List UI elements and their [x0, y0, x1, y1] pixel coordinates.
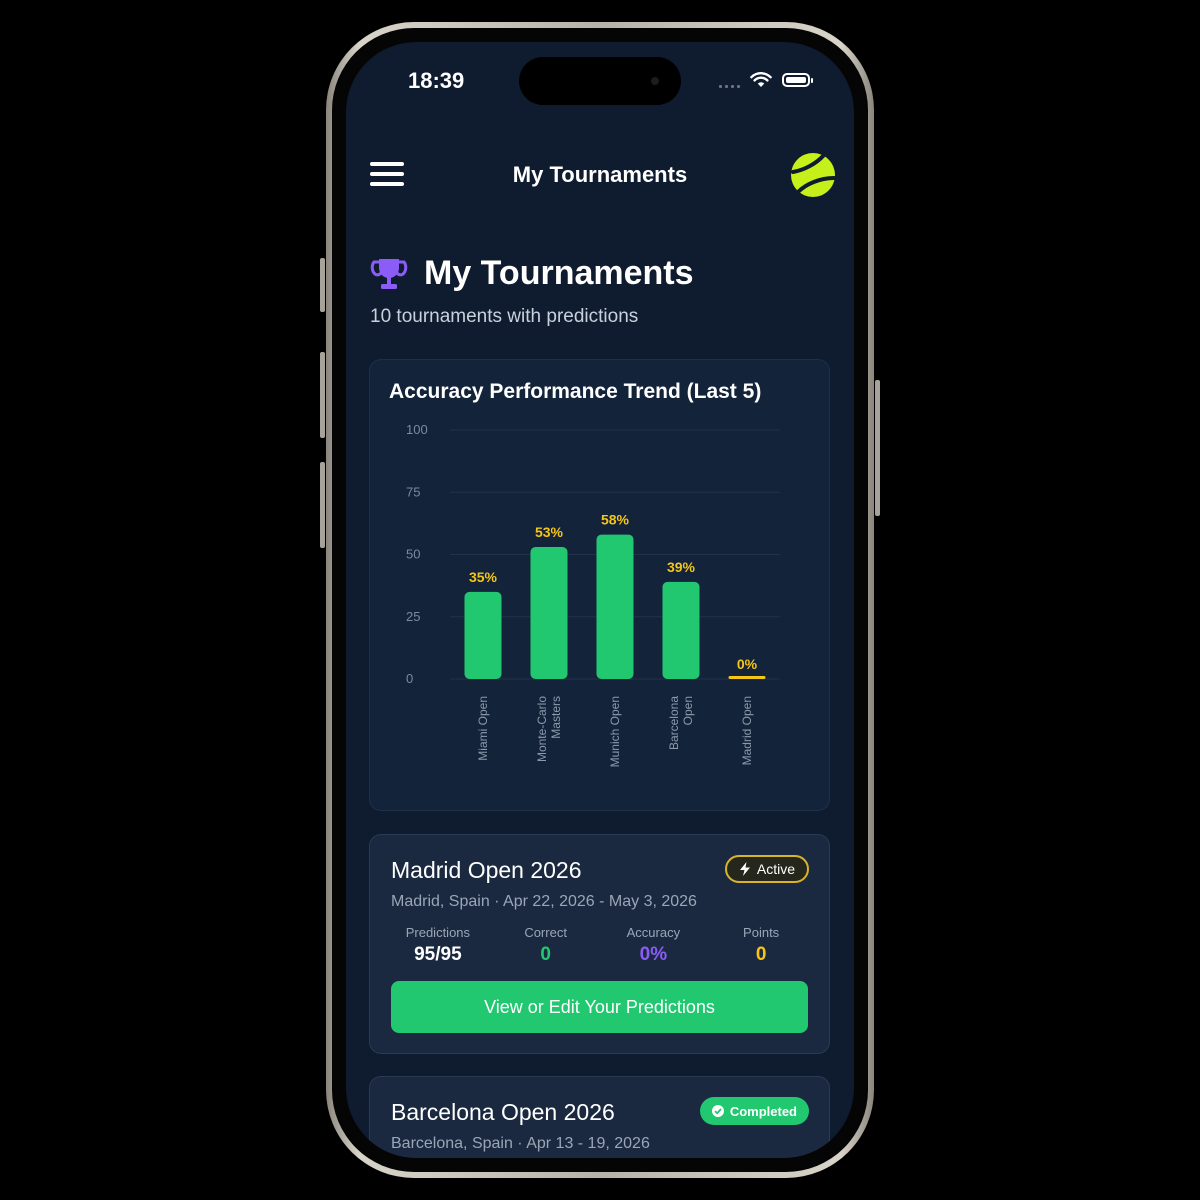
trophy-icon	[370, 258, 408, 289]
stat-points: Points 0	[707, 925, 815, 966]
data-label: 35%	[469, 569, 498, 585]
stat-predictions: Predictions 95/95	[384, 925, 492, 966]
status-badge-completed: Completed	[699, 1097, 809, 1125]
status-icons	[719, 72, 813, 88]
lightning-icon	[739, 862, 750, 876]
tournament-card-madrid: Madrid Open 2026 Active Madrid, Spain · …	[369, 834, 830, 1054]
app-screen: 18:39 My Tournaments My Tournaments 10 t…	[346, 42, 854, 1158]
tournament-meta: Madrid, Spain · Apr 22, 2026 - May 3, 20…	[391, 893, 697, 910]
stat-value: 0	[540, 944, 551, 965]
status-badge-active: Active	[724, 855, 809, 883]
data-label: 39%	[667, 559, 696, 575]
data-label: 53%	[535, 524, 564, 540]
tournament-card-barcelona[interactable]: Barcelona Open 2026 Completed Barcelona,…	[369, 1076, 830, 1158]
x-tick-label: Madrid Open	[740, 696, 754, 765]
wifi-icon	[750, 72, 772, 87]
camera-dot	[651, 77, 659, 85]
stat-label: Accuracy	[626, 925, 681, 940]
tournament-stats: Predictions 95/95 Correct 0 Accuracy 0% …	[384, 925, 815, 966]
stat-value: 0%	[639, 944, 668, 965]
view-edit-predictions-button[interactable]: View or Edit Your Predictions	[391, 981, 808, 1033]
stat-correct: Correct 0	[492, 925, 600, 966]
tournament-meta: Barcelona, Spain · Apr 13 - 19, 2026	[391, 1135, 650, 1152]
bar	[464, 591, 502, 679]
data-label: 58%	[601, 512, 630, 528]
power-button	[875, 380, 880, 516]
stat-label: Points	[743, 925, 780, 940]
stat-value: 95/95	[414, 944, 462, 965]
stat-label: Correct	[524, 925, 567, 940]
dynamic-island	[519, 57, 681, 105]
volume-down-button	[320, 462, 325, 548]
y-tick-label: 75	[406, 484, 420, 499]
cellular-signal-icon	[719, 78, 740, 88]
nav-title: My Tournaments	[512, 162, 688, 187]
status-time: 18:39	[408, 68, 465, 93]
x-tick-label: Miami Open	[476, 696, 490, 761]
stat-value: 0	[755, 944, 767, 965]
volume-up-button	[320, 352, 325, 438]
tournament-name: Barcelona Open 2026	[391, 1099, 615, 1125]
x-tick-label: BarcelonaOpen	[667, 696, 695, 750]
y-tick-label: 50	[406, 547, 420, 562]
y-tick-label: 25	[406, 609, 420, 624]
accuracy-bar-chart: 0 25 50 75 100 35% Miami Open 53% Monte-CarloMas…	[406, 422, 780, 767]
x-tick-label: Munich Open	[608, 696, 622, 767]
bar	[530, 547, 568, 679]
y-tick-label: 100	[406, 422, 428, 437]
y-tick-label: 0	[406, 671, 413, 686]
bar	[662, 581, 700, 679]
accuracy-chart-card: Accuracy Performance Trend (Last 5) 0 25 5…	[369, 359, 830, 811]
stat-label: Predictions	[405, 925, 471, 940]
page-header: My Tournaments	[370, 254, 694, 293]
data-label: 0%	[737, 656, 758, 672]
page-subtitle: 10 tournaments with predictions	[370, 306, 639, 327]
x-tick-label: Monte-CarloMasters	[535, 696, 563, 762]
tennis-ball-logo-icon[interactable]	[790, 152, 836, 198]
bar	[728, 676, 766, 679]
stat-accuracy: Accuracy 0%	[600, 925, 708, 966]
status-badge-label: Completed	[729, 1103, 797, 1119]
tournament-name: Madrid Open 2026	[391, 857, 582, 883]
action-button	[320, 258, 325, 312]
page-title: My Tournaments	[424, 254, 694, 292]
check-circle-icon	[711, 1105, 724, 1117]
battery-icon	[782, 73, 813, 87]
bar	[596, 534, 634, 679]
status-badge-label: Active	[756, 861, 795, 877]
